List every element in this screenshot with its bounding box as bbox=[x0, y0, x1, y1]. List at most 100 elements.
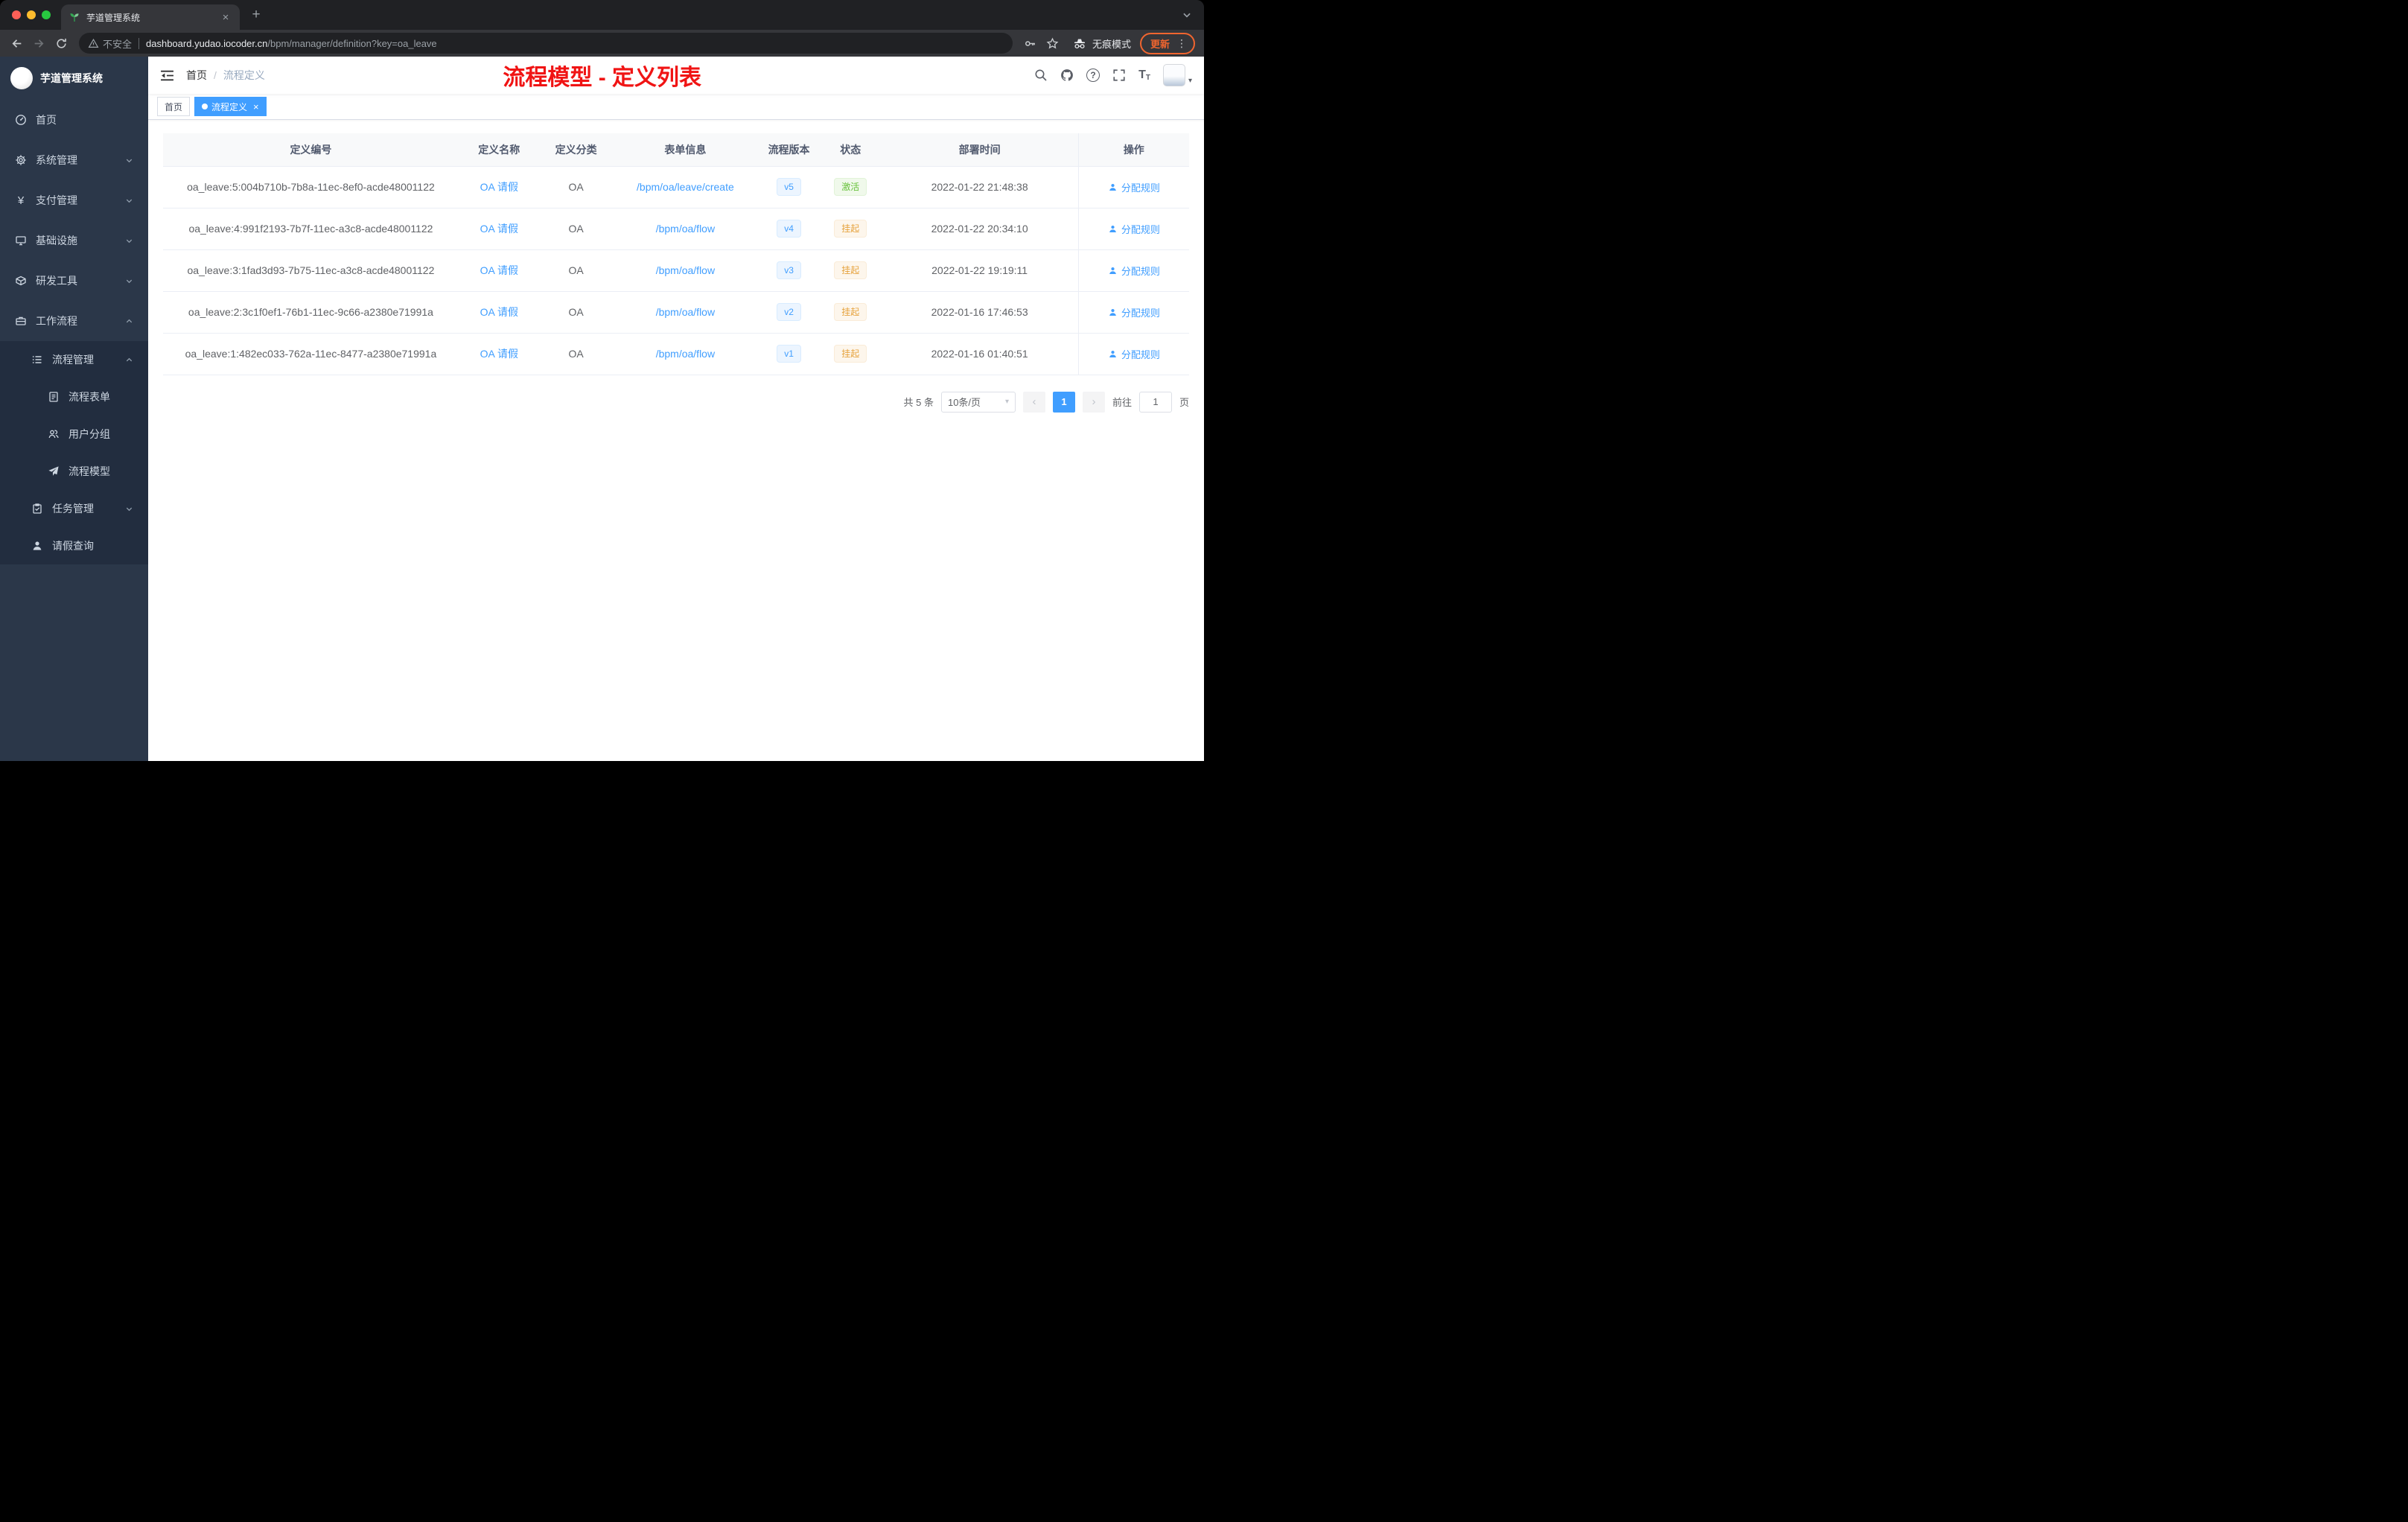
assign-rule-link[interactable]: 分配规则 bbox=[1108, 347, 1160, 361]
form-link[interactable]: /bpm/oa/flow bbox=[656, 348, 715, 360]
tag-close-icon[interactable]: × bbox=[253, 102, 259, 112]
table-row: oa_leave:3:1fad3d93-7b75-11ec-a3c8-acde4… bbox=[163, 249, 1189, 292]
assign-rule-link[interactable]: 分配规则 bbox=[1108, 222, 1160, 236]
assign-rule-link[interactable]: 分配规则 bbox=[1108, 305, 1160, 319]
form-link[interactable]: /bpm/oa/flow bbox=[656, 264, 715, 276]
version-badge: v1 bbox=[777, 345, 801, 363]
chevron-down-icon bbox=[126, 159, 133, 162]
form-icon bbox=[49, 392, 58, 402]
user-group-icon bbox=[48, 430, 59, 439]
status-badge: 激活 bbox=[834, 178, 867, 196]
reload-button[interactable] bbox=[51, 33, 71, 54]
breadcrumb-home[interactable]: 首页 bbox=[186, 68, 207, 83]
sidebar-item-leave-query[interactable]: 请假查询 bbox=[0, 527, 148, 564]
close-window-button[interactable] bbox=[12, 10, 21, 19]
sidebar: 芋道管理系统 首页 系统管理 ¥ 支付管理 基础设施 研发工具 工作流程 流程管… bbox=[0, 57, 148, 761]
cell-category: OA bbox=[539, 166, 613, 208]
forward-button[interactable] bbox=[28, 33, 49, 54]
url-path: /bpm/manager/definition?key=oa_leave bbox=[267, 37, 437, 49]
definition-name-link[interactable]: OA 请假 bbox=[480, 306, 518, 318]
sidebar-toggle-icon[interactable] bbox=[160, 69, 174, 82]
col-deploy-time: 部署时间 bbox=[881, 133, 1079, 167]
prev-page-button[interactable]: ‹ bbox=[1022, 391, 1045, 413]
gear-icon bbox=[16, 155, 26, 165]
yen-icon: ¥ bbox=[17, 194, 25, 207]
sidebar-item-task-management[interactable]: 任务管理 bbox=[0, 490, 148, 527]
status-badge: 挂起 bbox=[834, 261, 867, 279]
sidebar-item-devtools[interactable]: 研发工具 bbox=[0, 261, 148, 301]
sidebar-item-user-group[interactable]: 用户分组 bbox=[0, 415, 148, 453]
cell-definition-id: oa_leave:2:3c1f0ef1-76b1-11ec-9c66-a2380… bbox=[163, 291, 459, 334]
definition-name-link[interactable]: OA 请假 bbox=[480, 181, 518, 193]
goto-page-input[interactable] bbox=[1138, 391, 1172, 413]
sidebar-item-home[interactable]: 首页 bbox=[0, 100, 148, 140]
user-icon bbox=[1109, 225, 1116, 232]
sidebar-item-process-management[interactable]: 流程管理 bbox=[0, 341, 148, 378]
content-area: 定义编号 定义名称 定义分类 表单信息 流程版本 状态 部署时间 操作 oa_l bbox=[148, 120, 1204, 761]
form-link[interactable]: /bpm/oa/leave/create bbox=[637, 181, 734, 193]
table-header-row: 定义编号 定义名称 定义分类 表单信息 流程版本 状态 部署时间 操作 bbox=[163, 133, 1189, 167]
back-button[interactable] bbox=[6, 33, 27, 54]
version-badge: v4 bbox=[777, 220, 801, 238]
form-link[interactable]: /bpm/oa/flow bbox=[656, 306, 715, 318]
assign-rule-link[interactable]: 分配规则 bbox=[1108, 180, 1160, 194]
password-key-icon[interactable] bbox=[1020, 33, 1041, 54]
assign-rule-link[interactable]: 分配规则 bbox=[1108, 264, 1160, 278]
form-link[interactable]: /bpm/oa/flow bbox=[656, 223, 715, 235]
sidebar-item-system[interactable]: 系统管理 bbox=[0, 140, 148, 180]
definition-name-link[interactable]: OA 请假 bbox=[480, 223, 518, 235]
send-icon bbox=[48, 466, 59, 476]
help-icon[interactable]: ? bbox=[1086, 69, 1101, 82]
browser-toolbar: 不安全 dashboard.yudao.iocoder.cn /bpm/mana… bbox=[0, 30, 1204, 57]
tag-process-definition[interactable]: 流程定义 × bbox=[194, 97, 267, 116]
table-row: oa_leave:2:3c1f0ef1-76b1-11ec-9c66-a2380… bbox=[163, 291, 1189, 334]
page-annotation-title: 流程模型 - 定义列表 bbox=[503, 66, 702, 90]
pagination-total: 共 5 条 bbox=[903, 397, 934, 408]
bookmark-star-icon[interactable] bbox=[1042, 33, 1063, 54]
sidebar-logo[interactable]: 芋道管理系统 bbox=[0, 57, 148, 100]
sidebar-item-process-form[interactable]: 流程表单 bbox=[0, 378, 148, 415]
chevron-down-icon: ▾ bbox=[1004, 398, 1009, 406]
address-bar[interactable]: 不安全 dashboard.yudao.iocoder.cn /bpm/mana… bbox=[79, 33, 1013, 54]
definition-name-link[interactable]: OA 请假 bbox=[480, 348, 518, 360]
fullscreen-icon[interactable] bbox=[1112, 69, 1126, 82]
col-definition-id: 定义编号 bbox=[163, 133, 459, 167]
next-page-button[interactable]: › bbox=[1082, 391, 1105, 413]
zoom-window-button[interactable] bbox=[42, 10, 51, 19]
col-definition-category: 定义分类 bbox=[539, 133, 613, 167]
user-menu[interactable]: ▾ bbox=[1162, 64, 1192, 86]
chevron-down-icon bbox=[126, 279, 133, 283]
new-tab-button[interactable]: + bbox=[246, 4, 267, 25]
page-body: 芋道管理系统 首页 系统管理 ¥ 支付管理 基础设施 研发工具 工作流程 流程管… bbox=[0, 57, 1204, 761]
tab-close-icon[interactable]: × bbox=[219, 10, 232, 24]
tag-home[interactable]: 首页 bbox=[157, 97, 191, 116]
sidebar-item-infrastructure[interactable]: 基础设施 bbox=[0, 220, 148, 261]
page-size-select[interactable]: 10条/页 ▾ bbox=[940, 391, 1016, 413]
sidebar-item-payment[interactable]: ¥ 支付管理 bbox=[0, 180, 148, 220]
sidebar-item-process-model[interactable]: 流程模型 bbox=[0, 453, 148, 490]
breadcrumb: 首页 / 流程定义 bbox=[186, 68, 265, 83]
status-badge: 挂起 bbox=[834, 220, 867, 238]
current-page-button[interactable]: 1 bbox=[1052, 391, 1075, 413]
minimize-window-button[interactable] bbox=[27, 10, 36, 19]
browser-tab[interactable]: 芋道管理系统 × bbox=[61, 4, 240, 30]
sidebar-item-workflow[interactable]: 工作流程 bbox=[0, 301, 148, 341]
cell-definition-id: oa_leave:4:991f2193-7b7f-11ec-a3c8-acde4… bbox=[163, 208, 459, 250]
browser-menu-icon[interactable]: ⋮ bbox=[1176, 37, 1187, 50]
github-icon[interactable] bbox=[1060, 69, 1074, 82]
url-host: dashboard.yudao.iocoder.cn bbox=[146, 37, 268, 49]
version-badge: v2 bbox=[777, 303, 801, 321]
page-navbar: 首页 / 流程定义 流程模型 - 定义列表 ? TT ▾ bbox=[148, 57, 1204, 94]
tab-search-chevron-icon[interactable] bbox=[1182, 10, 1192, 20]
font-size-icon[interactable]: TT bbox=[1138, 69, 1150, 82]
col-form-info: 表单信息 bbox=[612, 133, 759, 167]
search-icon[interactable] bbox=[1034, 69, 1048, 82]
browser-update-button[interactable]: 更新 ⋮ bbox=[1139, 32, 1195, 54]
col-definition-name: 定义名称 bbox=[458, 133, 540, 167]
navbar-actions: ? TT ▾ bbox=[1034, 64, 1192, 86]
avatar[interactable] bbox=[1162, 64, 1185, 86]
task-icon bbox=[33, 503, 42, 514]
incognito-label: 无痕模式 bbox=[1092, 38, 1131, 50]
col-status: 状态 bbox=[819, 133, 882, 167]
definition-name-link[interactable]: OA 请假 bbox=[480, 264, 518, 276]
